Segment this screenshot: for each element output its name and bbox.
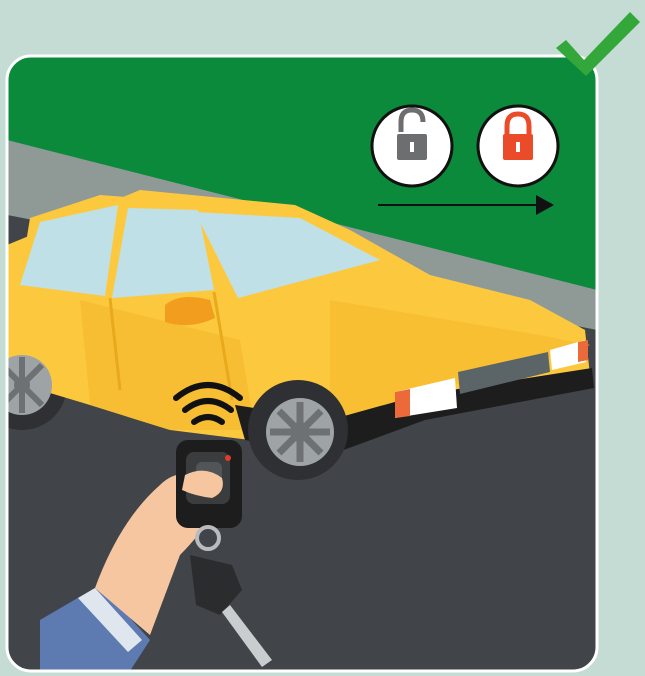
side-mirror [165, 296, 215, 326]
side-window [112, 208, 214, 298]
illustration-stage [0, 0, 645, 676]
locked-padlock-icon [476, 104, 560, 188]
unlocked-padlock-icon [370, 104, 454, 188]
car-lock-illustration [5, 12, 640, 673]
front-wheel [248, 380, 348, 480]
